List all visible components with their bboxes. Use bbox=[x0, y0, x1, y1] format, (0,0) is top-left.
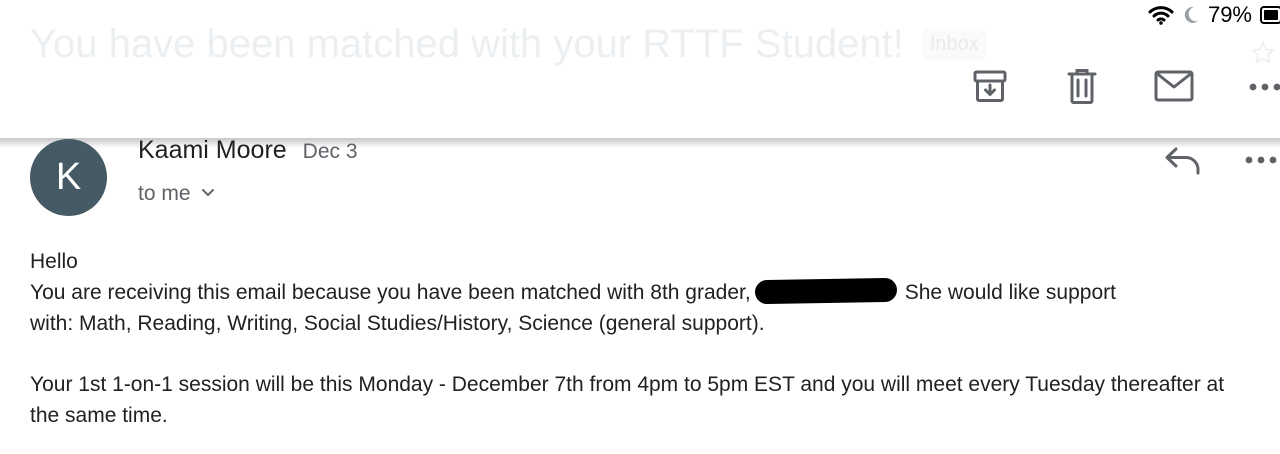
reply-icon bbox=[1164, 145, 1202, 180]
sender-row: Kaami Moore Dec 3 bbox=[138, 136, 358, 165]
toolbar-more-button[interactable] bbox=[1248, 68, 1280, 108]
body-text-after-redaction: She would like support bbox=[904, 281, 1116, 304]
archive-icon bbox=[972, 68, 1008, 109]
recipient-label: to me bbox=[138, 182, 191, 205]
battery-icon bbox=[1260, 6, 1280, 24]
star-icon[interactable] bbox=[1250, 40, 1276, 71]
chevron-down-icon bbox=[201, 185, 215, 203]
wifi-icon bbox=[1148, 5, 1174, 25]
message-more-button[interactable] bbox=[1244, 145, 1280, 177]
email-subject: You have been matched with your RTTF Stu… bbox=[30, 22, 904, 66]
body-paragraph-1: You are receiving this email because you… bbox=[30, 277, 1255, 339]
body-text-before-redaction: You are receiving this email because you… bbox=[30, 281, 751, 304]
more-horizontal-icon bbox=[1248, 79, 1280, 97]
sent-date: Dec 3 bbox=[302, 140, 358, 163]
archive-button[interactable] bbox=[970, 68, 1010, 108]
status-bar: 79% bbox=[1148, 0, 1280, 30]
trash-icon bbox=[1064, 67, 1100, 110]
sender-name[interactable]: Kaami Moore bbox=[138, 136, 287, 165]
greeting: Hello bbox=[30, 250, 78, 273]
more-horizontal-icon bbox=[1244, 152, 1280, 170]
email-body: Hello You are receiving this email becau… bbox=[30, 246, 1255, 431]
envelope-icon bbox=[1154, 70, 1194, 107]
redacted-student-name bbox=[754, 277, 897, 305]
subject-row: You have been matched with your RTTF Stu… bbox=[30, 22, 987, 67]
inbox-label-chip[interactable]: Inbox bbox=[921, 29, 987, 60]
reply-button[interactable] bbox=[1160, 142, 1206, 182]
email-screen: You have been matched with your RTTF Stu… bbox=[0, 0, 1280, 454]
mark-unread-button[interactable] bbox=[1154, 68, 1194, 108]
body-text-subjects: with: Math, Reading, Writing, Social Stu… bbox=[30, 312, 765, 335]
delete-button[interactable] bbox=[1062, 68, 1102, 108]
battery-percent: 79% bbox=[1207, 2, 1252, 27]
body-paragraph-2: Your 1st 1-on-1 session will be this Mon… bbox=[30, 373, 1225, 427]
recipient-details-toggle[interactable]: to me bbox=[138, 182, 215, 206]
moon-icon bbox=[1182, 5, 1200, 25]
avatar[interactable]: K bbox=[30, 139, 107, 216]
